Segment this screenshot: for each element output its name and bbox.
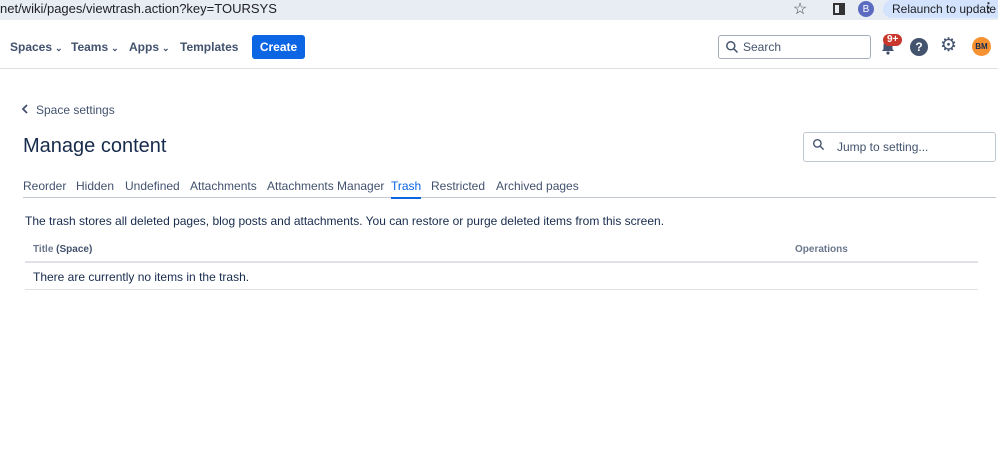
side-panel-icon[interactable] xyxy=(830,0,848,18)
user-avatar[interactable]: BM xyxy=(972,37,991,56)
chevron-down-icon: ⌄ xyxy=(162,43,170,53)
gear-icon[interactable]: ⚙ xyxy=(940,36,957,56)
create-button[interactable]: Create xyxy=(252,35,305,59)
search-icon xyxy=(812,138,825,156)
search-box[interactable] xyxy=(718,35,871,59)
profile-avatar[interactable]: B xyxy=(858,1,874,17)
nav-teams-label: Teams xyxy=(71,40,109,54)
tab-attachments-manager[interactable]: Attachments Manager xyxy=(267,179,384,197)
chevron-left-icon xyxy=(21,103,29,117)
tab-restricted[interactable]: Restricted xyxy=(431,179,485,197)
back-to-space-settings-link[interactable]: Space settings xyxy=(21,103,115,117)
nav-spaces-label: Spaces xyxy=(10,40,53,54)
content-tabs: Reorder Hidden Undefined Attachments Att… xyxy=(23,176,996,199)
back-link-label: Space settings xyxy=(36,103,115,117)
tab-trash[interactable]: Trash xyxy=(391,179,422,199)
chevron-down-icon: ⌄ xyxy=(111,43,119,53)
top-navigation: Spaces⌄ Teams⌄ Apps⌄ Templates Create 9+… xyxy=(0,26,998,69)
column-header-title: Title (Space) xyxy=(33,244,92,255)
tab-reorder[interactable]: Reorder xyxy=(23,179,66,197)
relaunch-label: Relaunch to update xyxy=(892,2,997,16)
nav-teams-dropdown[interactable]: Teams ⌄ xyxy=(71,40,119,54)
table-row: There are currently no items in the tras… xyxy=(25,263,978,290)
address-bar[interactable]: net/wiki/pages/viewtrash.action?key=TOUR… xyxy=(0,1,277,16)
nav-spaces-dropdown[interactable]: Spaces ⌄ xyxy=(10,40,63,54)
browser-menu-icon[interactable]: ⋮ xyxy=(982,0,995,16)
table-header: Title (Space) Operations xyxy=(25,241,978,263)
jump-to-setting-input[interactable] xyxy=(837,140,987,154)
trash-table: Title (Space) Operations There are curre… xyxy=(25,241,978,290)
tab-undefined[interactable]: Undefined xyxy=(125,179,180,197)
tab-attachments[interactable]: Attachments xyxy=(190,179,257,197)
notification-count-badge: 9+ xyxy=(883,34,903,46)
help-icon[interactable]: ? xyxy=(910,38,928,56)
tab-hidden[interactable]: Hidden xyxy=(76,179,114,197)
tab-archived-pages[interactable]: Archived pages xyxy=(496,179,579,197)
bookmark-star-icon[interactable]: ☆ xyxy=(790,0,810,18)
nav-apps-label: Apps xyxy=(129,40,159,54)
empty-trash-message: There are currently no items in the tras… xyxy=(33,270,250,284)
column-header-operations: Operations xyxy=(795,244,848,255)
column-title-label: Title xyxy=(33,244,54,255)
column-space-label: (Space) xyxy=(56,244,93,255)
chevron-down-icon: ⌄ xyxy=(55,43,63,53)
search-input[interactable] xyxy=(743,40,863,54)
nav-templates-link[interactable]: Templates xyxy=(180,40,238,54)
nav-apps-dropdown[interactable]: Apps ⌄ xyxy=(129,40,170,54)
browser-toolbar: net/wiki/pages/viewtrash.action?key=TOUR… xyxy=(0,0,998,20)
page-title: Manage content xyxy=(23,135,167,157)
relaunch-button[interactable]: Relaunch to update ⋮ xyxy=(883,0,998,18)
search-icon xyxy=(725,40,739,54)
trash-description: The trash stores all deleted pages, blog… xyxy=(25,214,665,228)
jump-to-setting-box[interactable] xyxy=(803,132,996,162)
